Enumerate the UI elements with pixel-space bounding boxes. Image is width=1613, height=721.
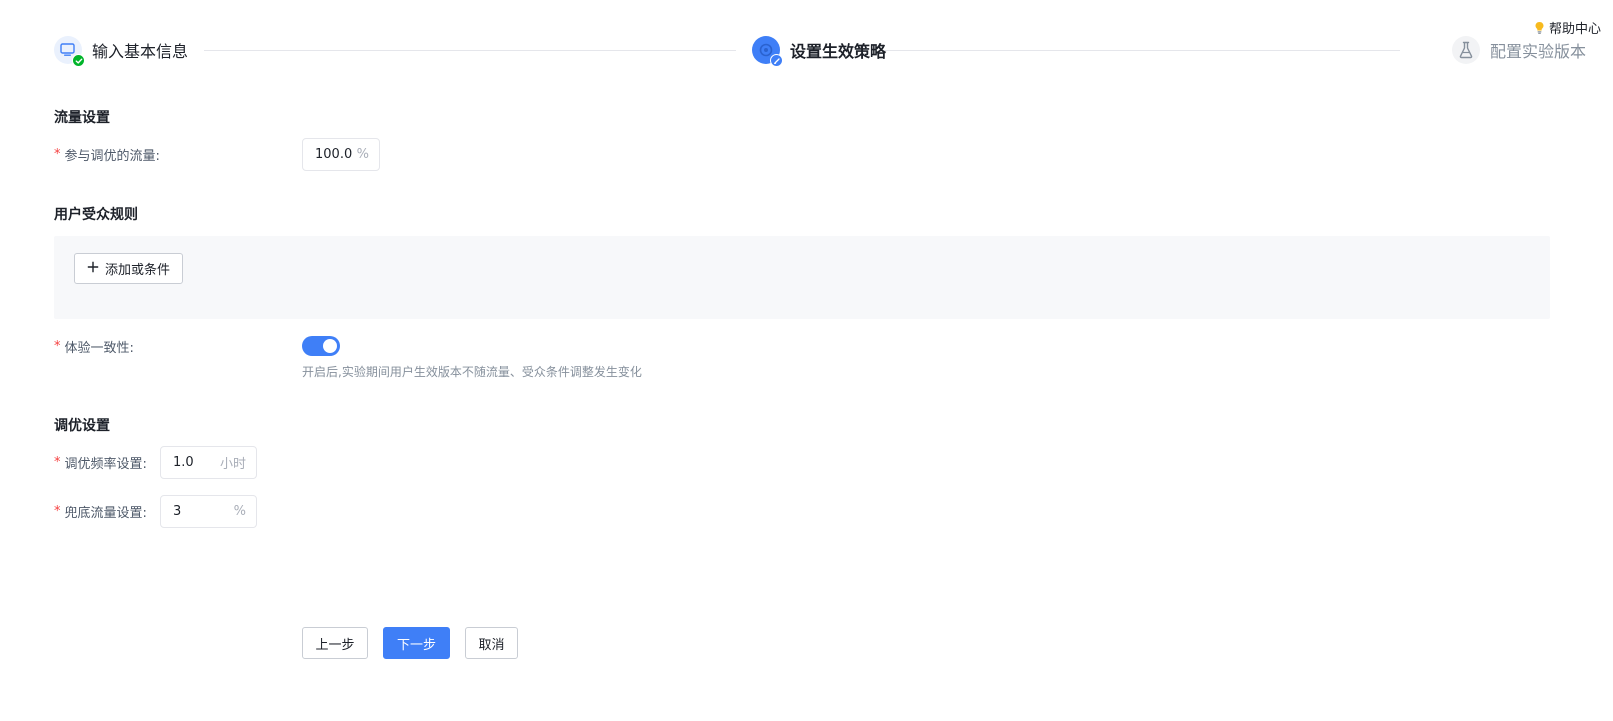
traffic-label-text: 参与调优的流量: — [64, 149, 160, 164]
next-step-button[interactable]: 下一步 — [383, 627, 450, 659]
tuning-section-title: 调优设置 — [54, 418, 110, 434]
consistency-hint: 开启后,实验期间用户生效版本不随流量、受众条件调整发生变化 — [302, 365, 642, 379]
target-icon — [752, 36, 783, 67]
step-label: 配置实验版本 — [1489, 42, 1586, 61]
fallback-value: 3 — [173, 504, 182, 519]
required-mark: * — [54, 147, 61, 162]
consistency-field-label: * 体验一致性: — [54, 337, 134, 356]
add-or-condition-button[interactable]: 添加或条件 — [74, 253, 184, 284]
required-mark: * — [54, 504, 61, 519]
cancel-button[interactable]: 取消 — [465, 627, 518, 659]
help-center-label: 帮助中心 — [1548, 22, 1601, 37]
fallback-field-label: * 兜底流量设置: — [54, 502, 147, 521]
step-version-config[interactable]: 配置实验版本 — [1451, 36, 1586, 64]
stepper: 输入基本信息 设置生效策略 配置实验版本 — [54, 36, 1586, 68]
monitor-icon — [54, 36, 85, 67]
fallback-unit: % — [233, 504, 246, 519]
frequency-value: 1.0 — [173, 455, 194, 470]
audience-section-title: 用户受众规则 — [54, 207, 138, 223]
fallback-input[interactable]: 3 % — [160, 495, 257, 528]
step-label: 设置生效策略 — [790, 42, 887, 61]
traffic-unit: % — [356, 147, 369, 162]
plus-icon — [87, 261, 99, 277]
step-connector — [880, 50, 1400, 51]
frequency-input[interactable]: 1.0 小时 — [160, 446, 257, 479]
step-strategy[interactable]: 设置生效策略 — [752, 36, 887, 67]
audience-rules-panel: 添加或条件 — [54, 236, 1550, 319]
step-label: 输入基本信息 — [92, 42, 189, 61]
required-mark: * — [54, 455, 61, 470]
step-connector — [204, 50, 736, 51]
flask-icon — [1451, 36, 1480, 64]
traffic-field-label: * 参与调优的流量: — [54, 145, 160, 164]
prev-step-button[interactable]: 上一步 — [302, 627, 368, 659]
add-or-condition-label: 添加或条件 — [105, 263, 171, 278]
frequency-label-text: 调优频率设置: — [64, 457, 147, 472]
toggle-knob — [323, 339, 337, 353]
help-center-link[interactable]: 帮助中心 — [1534, 18, 1601, 37]
consistency-label-text: 体验一致性: — [64, 341, 134, 356]
frequency-unit: 小时 — [219, 457, 246, 472]
required-mark: * — [54, 339, 61, 354]
traffic-input[interactable]: 100.0 % — [302, 138, 380, 171]
lightbulb-icon — [1534, 21, 1545, 34]
check-icon — [72, 54, 85, 67]
fallback-label-text: 兜底流量设置: — [64, 506, 147, 521]
edit-icon — [770, 54, 783, 67]
step-basic-info[interactable]: 输入基本信息 — [54, 36, 189, 67]
traffic-value: 100.0 — [315, 147, 353, 162]
consistency-toggle[interactable] — [302, 336, 340, 356]
frequency-field-label: * 调优频率设置: — [54, 453, 147, 472]
traffic-section-title: 流量设置 — [54, 110, 110, 126]
